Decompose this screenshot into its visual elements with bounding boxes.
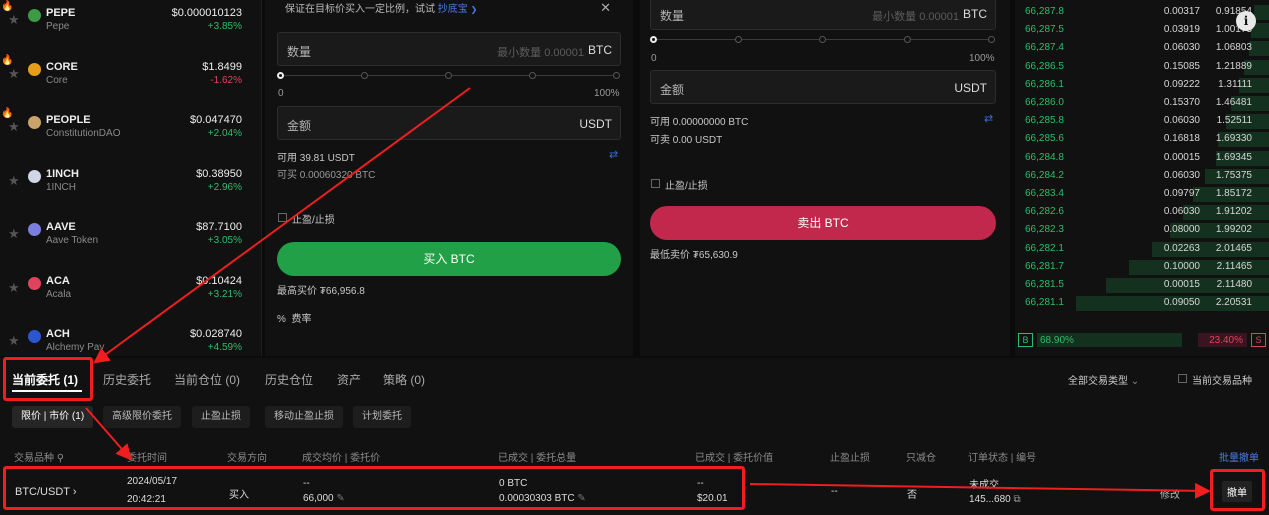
arrow-to-cancel-button [749, 482, 1211, 499]
arrow-to-order-row [85, 407, 132, 461]
arrow-to-orders-tab [93, 87, 471, 364]
annotation-arrows [85, 87, 1211, 499]
